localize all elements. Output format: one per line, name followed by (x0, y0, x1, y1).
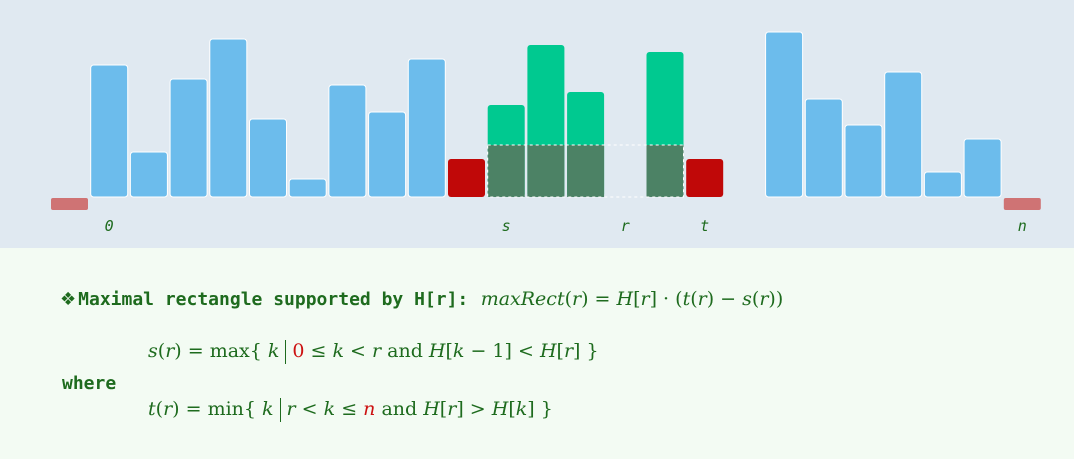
maxrect-formula: maxRect(r) = H[r] · (t(r) − s(r)) (480, 288, 784, 310)
histogram-bar-21 (884, 71, 923, 198)
histogram-bar-3 (169, 78, 208, 198)
histogram-bar-9 (407, 58, 446, 198)
sentinel-bar (51, 198, 88, 210)
label-s: s (502, 217, 511, 235)
histogram-bar-8 (368, 111, 407, 198)
histogram-bar-20 (844, 124, 883, 198)
histogram-svg: 0 s r t n (51, 31, 1041, 235)
histogram-bar-22 (923, 171, 962, 198)
max-rect-segment (567, 145, 605, 197)
heading-line: ❖ Maximal rectangle supported by H[r]: ma… (60, 286, 783, 310)
where-label: where (62, 373, 117, 394)
histogram-bar-1 (90, 64, 129, 198)
histogram-bar-18 (765, 31, 804, 198)
histogram-bar-4 (209, 38, 248, 198)
histogram-bar-19 (804, 98, 843, 198)
histogram-bar-7 (328, 84, 367, 198)
label-zero: 0 (105, 217, 114, 235)
sentinel-bar (1003, 198, 1041, 210)
max-rect-segment (646, 145, 684, 197)
max-rect-segment (487, 145, 525, 197)
label-r: r (621, 217, 630, 235)
histogram-figure: 0 s r t n (0, 0, 1074, 248)
histogram-bar-2 (129, 151, 168, 198)
label-t: t (700, 217, 709, 235)
histogram-bar-6 (288, 178, 327, 198)
label-n: n (1018, 217, 1027, 235)
max-rect-segment (527, 145, 565, 197)
definition-panel: ❖ Maximal rectangle supported by H[r]: ma… (0, 248, 1074, 459)
histogram-bar-10 (448, 159, 485, 197)
histogram-bar-23 (963, 138, 1002, 198)
diamond-bullet-icon: ❖ (60, 289, 77, 310)
histogram-bar-16 (686, 159, 724, 197)
s-definition: s(r) = max{ k0 ≤ k < r and H[k − 1] < H[… (148, 340, 599, 364)
t-definition: t(r) = min{ kr < k ≤ n and H[r] > H[k] } (148, 398, 553, 422)
histogram-bar-5 (249, 118, 287, 198)
heading-label: Maximal rectangle supported by H[r]: (78, 289, 469, 310)
